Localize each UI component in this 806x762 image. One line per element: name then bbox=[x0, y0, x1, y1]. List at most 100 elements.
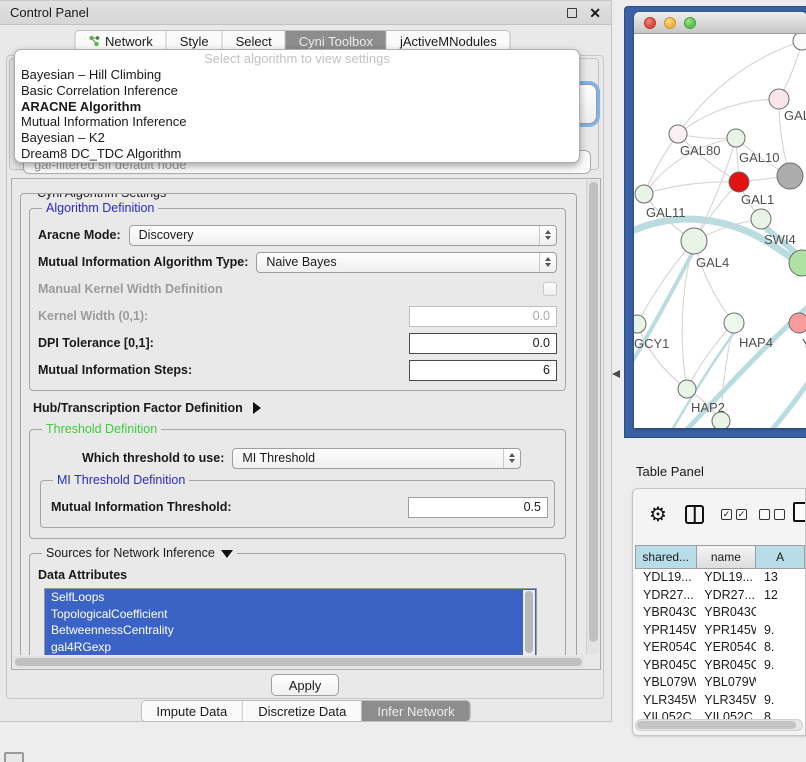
kernel-width-field[interactable]: 0.0 bbox=[409, 306, 557, 327]
attribute-item[interactable]: gal4RGexp bbox=[45, 639, 536, 656]
table-row[interactable]: YBR045CYBR045C9. bbox=[635, 657, 805, 675]
manual-kernel-checkbox[interactable] bbox=[543, 282, 557, 296]
node-swi4[interactable] bbox=[751, 209, 771, 229]
algorithm-option[interactable]: Mutual Information Inference bbox=[15, 114, 579, 130]
apply-button[interactable]: Apply bbox=[271, 674, 339, 696]
algorithm-option[interactable]: Bayesian – K2 bbox=[15, 130, 579, 146]
checked-boxes-icon[interactable]: ✓ bbox=[721, 509, 732, 520]
chevron-down-icon bbox=[221, 550, 233, 558]
algorithm-option[interactable]: ARACNE Algorithm bbox=[15, 99, 579, 115]
network-icon bbox=[88, 35, 100, 47]
edge[interactable] bbox=[637, 324, 687, 389]
columns-icon[interactable] bbox=[685, 505, 704, 524]
node-gal[interactable] bbox=[769, 89, 789, 109]
node-gal1[interactable] bbox=[729, 172, 749, 192]
algorithm-definition-group: Algorithm Definition Aracne Mode: Discov… bbox=[29, 208, 566, 391]
attribute-item[interactable]: SelfLoops bbox=[45, 589, 536, 606]
chevron-right-icon bbox=[253, 402, 261, 414]
mi-threshold-field[interactable]: 0.5 bbox=[408, 497, 548, 518]
data-attributes-list[interactable]: SelfLoopsTopologicalCoefficientBetweenne… bbox=[44, 588, 537, 655]
table-cell: 8. bbox=[756, 639, 805, 657]
tab-impute-data[interactable]: Impute Data bbox=[141, 701, 243, 721]
edge[interactable] bbox=[634, 246, 696, 372]
mi-threshold-group-title: MI Threshold Definition bbox=[53, 473, 189, 487]
algorithm-definition-title: Algorithm Definition bbox=[42, 201, 158, 215]
node[interactable] bbox=[777, 163, 803, 189]
node[interactable] bbox=[793, 34, 806, 50]
node-hap2[interactable] bbox=[678, 380, 696, 398]
node-gal80[interactable] bbox=[669, 125, 687, 143]
table-row[interactable]: YPR145WYPR145W9. bbox=[635, 622, 805, 640]
edge[interactable] bbox=[678, 99, 779, 134]
algorithm-option[interactable]: Basic Correlation Inference bbox=[15, 83, 579, 99]
checked-boxes-icon[interactable]: ✓ bbox=[736, 509, 747, 520]
unchecked-boxes-icon[interactable] bbox=[759, 509, 770, 520]
algorithm-option[interactable]: Dream8 DC_TDC Algorithm bbox=[15, 146, 579, 162]
sources-group: Sources for Network Inference Data Attri… bbox=[29, 553, 566, 655]
tab-infer-network[interactable]: Infer Network bbox=[362, 701, 469, 721]
attribute-item[interactable]: BetweennessCentrality bbox=[45, 622, 536, 639]
bottom-tab-bar: Impute DataDiscretize DataInfer Network bbox=[140, 700, 470, 722]
tab-network[interactable]: Network bbox=[75, 31, 167, 51]
node-label: GAL1 bbox=[741, 192, 774, 207]
tab-cyni-toolbox[interactable]: Cyni Toolbox bbox=[286, 31, 387, 51]
table-row[interactable]: YLR345WYLR345W9. bbox=[635, 692, 805, 710]
combo-spinner-icon bbox=[539, 226, 556, 245]
column-header[interactable]: shared... bbox=[635, 545, 697, 569]
cyni-algorithm-settings-group: Cyni Algorithm Settings Algorithm Defini… bbox=[20, 193, 577, 655]
aracne-mode-value: Discovery bbox=[139, 228, 194, 242]
table-row[interactable]: YDR27...YDR27...12 bbox=[635, 587, 805, 605]
network-canvas[interactable]: GALGAL80GAL10GAL1GAL11SWI4GAL4GCY1HAP4YH… bbox=[634, 34, 806, 428]
tab-select[interactable]: Select bbox=[223, 31, 286, 51]
combo-spinner-icon bbox=[503, 449, 520, 468]
column-header[interactable]: A bbox=[756, 545, 805, 569]
algorithm-option[interactable]: Bayesian – Hill Climbing bbox=[15, 67, 579, 83]
tab-discretize-data[interactable]: Discretize Data bbox=[243, 701, 362, 721]
list-scrollbar[interactable] bbox=[523, 590, 535, 655]
column-header[interactable]: name bbox=[697, 545, 757, 569]
which-threshold-combo[interactable]: MI Threshold bbox=[232, 448, 521, 469]
gear-icon[interactable]: ⚙ bbox=[649, 505, 667, 525]
settings-horizontal-scrollbar[interactable] bbox=[13, 656, 584, 668]
node-gal4[interactable] bbox=[681, 228, 707, 254]
edge[interactable] bbox=[694, 241, 734, 323]
table-cell: YDL19... bbox=[696, 569, 756, 587]
unchecked-boxes-icon[interactable] bbox=[774, 509, 785, 520]
hub-definition-label: Hub/Transcription Factor Definition bbox=[33, 401, 243, 415]
node-label: GAL4 bbox=[696, 255, 729, 270]
node-gal10[interactable] bbox=[727, 129, 745, 147]
document-icon[interactable] bbox=[793, 502, 806, 522]
node-gcy1[interactable] bbox=[634, 315, 646, 333]
table-row[interactable]: YBL079WYBL079W bbox=[635, 674, 805, 692]
attribute-item[interactable]: TopologicalCoefficient bbox=[45, 606, 536, 623]
mi-threshold-group: MI Threshold Definition Mutual Informati… bbox=[40, 480, 555, 528]
tab-jactivemnodules[interactable]: jActiveMNodules bbox=[387, 31, 510, 51]
mi-steps-field[interactable]: 6 bbox=[409, 360, 557, 381]
node-y[interactable] bbox=[789, 313, 806, 333]
network-window-titlebar bbox=[634, 12, 806, 34]
edge[interactable] bbox=[726, 356, 806, 428]
close-icon[interactable]: ✕ bbox=[589, 8, 601, 18]
table-cell: YBL079W bbox=[696, 674, 756, 692]
minimize-traffic-light[interactable] bbox=[664, 17, 676, 29]
table-horizontal-scrollbar[interactable] bbox=[635, 719, 803, 731]
dpi-tolerance-field[interactable]: 0.0 bbox=[409, 333, 557, 354]
aracne-mode-combo[interactable]: Discovery bbox=[129, 225, 557, 246]
tab-style[interactable]: Style bbox=[167, 31, 223, 51]
hub-definition-toggle[interactable]: Hub/Transcription Factor Definition bbox=[33, 401, 566, 415]
edge[interactable] bbox=[644, 182, 739, 194]
node-label: GAL80 bbox=[680, 143, 720, 158]
sources-title[interactable]: Sources for Network Inference bbox=[42, 546, 237, 560]
table-row[interactable]: YBR043CYBR043C bbox=[635, 604, 805, 622]
settings-vertical-scrollbar[interactable] bbox=[586, 180, 599, 654]
table-row[interactable]: YER054CYER054C8. bbox=[635, 639, 805, 657]
node-table: shared...nameAYDL19...YDL19...13YDR27...… bbox=[635, 545, 805, 727]
zoom-traffic-light[interactable] bbox=[684, 17, 696, 29]
float-icon[interactable] bbox=[567, 8, 577, 18]
table-row[interactable]: YDL19...YDL19...13 bbox=[635, 569, 805, 587]
node-gal11[interactable] bbox=[635, 185, 653, 203]
close-traffic-light[interactable] bbox=[644, 17, 656, 29]
collapsed-panel-button[interactable] bbox=[4, 752, 24, 762]
mi-type-combo[interactable]: Naive Bayes bbox=[256, 252, 557, 273]
node-hap4[interactable] bbox=[724, 313, 744, 333]
